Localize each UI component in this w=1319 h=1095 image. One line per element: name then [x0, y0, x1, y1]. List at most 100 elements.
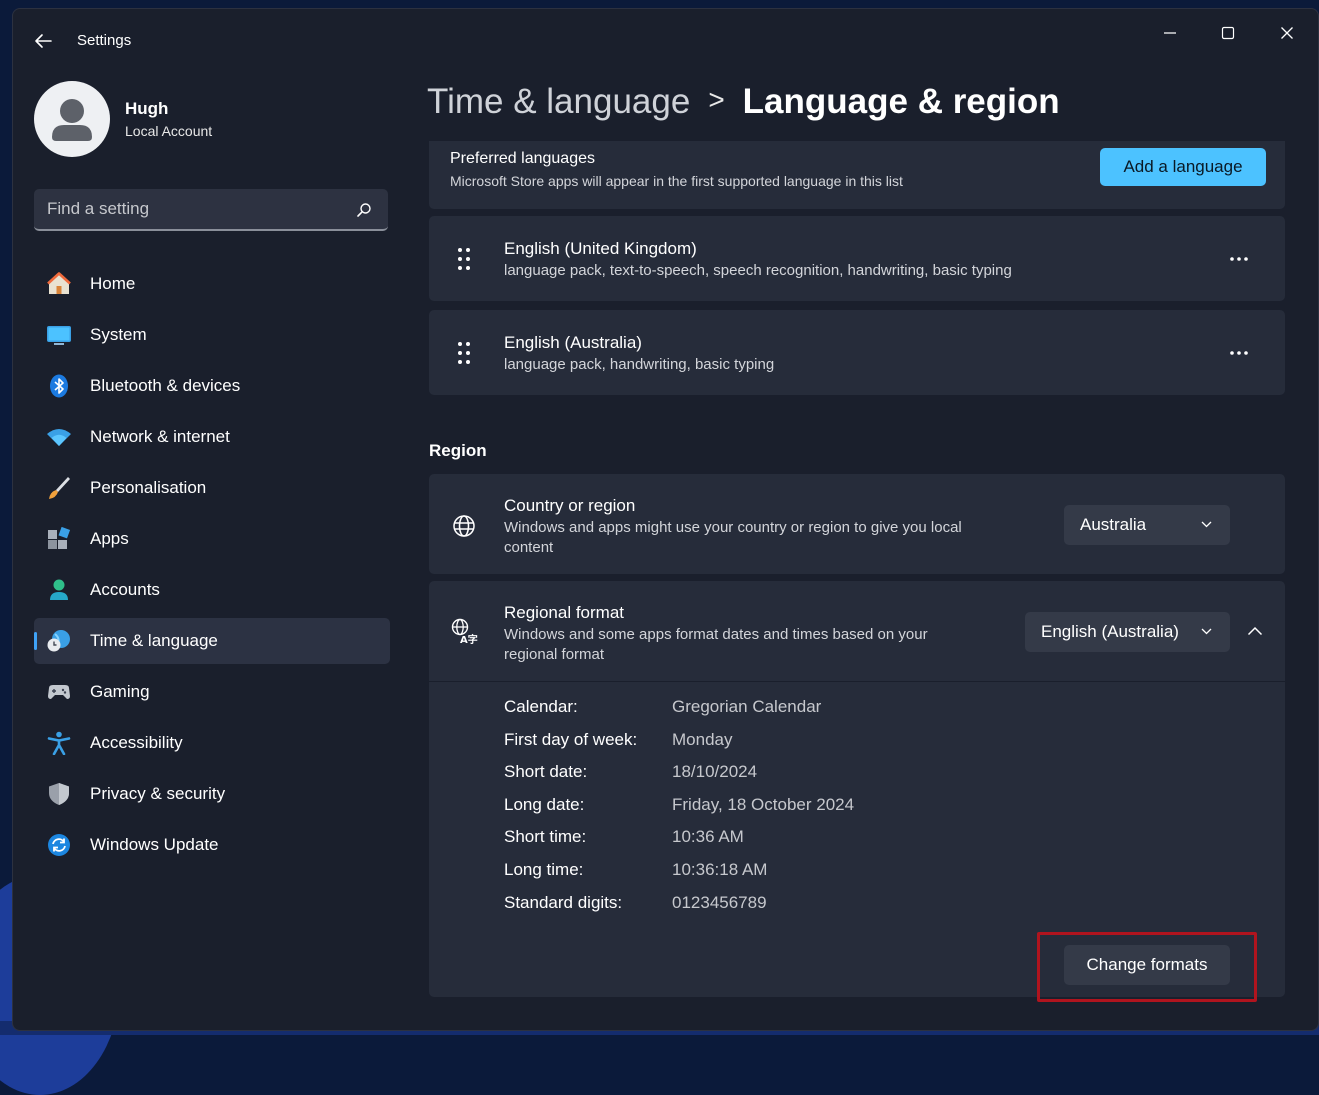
- format-label: Calendar:: [504, 697, 578, 716]
- format-value: 18/10/2024: [672, 762, 758, 781]
- format-label: Short date:: [504, 762, 588, 781]
- page-title: Language & region: [742, 82, 1060, 121]
- country-dropdown-value: Australia: [1080, 515, 1147, 534]
- more-options-icon[interactable]: [1229, 256, 1249, 262]
- time-language-icon: [47, 630, 70, 652]
- regional-format-icon: A字: [451, 618, 478, 644]
- sidebar-item-privacy[interactable]: Privacy & security: [34, 771, 390, 817]
- sidebar-item-accessibility[interactable]: Accessibility: [34, 720, 390, 766]
- home-icon: [47, 272, 71, 294]
- breadcrumb: Time & language > Language & region: [427, 82, 1060, 122]
- account-type: Local Account: [125, 123, 213, 139]
- close-button[interactable]: [1263, 15, 1311, 51]
- breadcrumb-separator: >: [708, 84, 725, 115]
- minimize-button[interactable]: [1146, 15, 1194, 51]
- sidebar-item-label: Time & language: [90, 631, 218, 650]
- format-label: First day of week:: [504, 730, 638, 749]
- add-language-button[interactable]: Add a language: [1100, 148, 1266, 186]
- format-value: Friday, 18 October 2024: [672, 795, 855, 814]
- bluetooth-icon: [50, 374, 68, 398]
- chevron-down-icon: [1201, 521, 1212, 528]
- sidebar-item-network[interactable]: Network & internet: [34, 414, 390, 460]
- active-indicator: [34, 632, 37, 650]
- sidebar-item-apps[interactable]: Apps: [34, 516, 390, 562]
- preferred-languages-subtitle: Microsoft Store apps will appear in the …: [450, 173, 903, 189]
- country-region-card: Country or region Windows and apps might…: [429, 474, 1285, 574]
- language-name: English (United Kingdom): [504, 239, 697, 258]
- highlight-box: [1037, 932, 1257, 1002]
- language-name: English (Australia): [504, 333, 642, 352]
- drag-handle-icon[interactable]: [457, 247, 471, 271]
- shield-icon: [49, 783, 69, 805]
- sidebar-item-gaming[interactable]: Gaming: [34, 669, 390, 715]
- accessibility-icon: [47, 731, 71, 755]
- sidebar-item-label: Gaming: [90, 682, 150, 701]
- sidebar-item-label: Personalisation: [90, 478, 207, 497]
- sidebar-item-system[interactable]: System: [34, 312, 390, 358]
- region-heading: Region: [429, 441, 487, 460]
- format-value: 10:36 AM: [672, 827, 744, 846]
- sidebar-item-label: Bluetooth & devices: [90, 376, 241, 395]
- sidebar-item-label: Accessibility: [90, 733, 183, 752]
- sidebar-item-label: Network & internet: [90, 427, 230, 446]
- sidebar-item-label: Home: [90, 274, 136, 293]
- preferred-languages-card: Preferred languages Microsoft Store apps…: [429, 141, 1285, 209]
- format-label: Long date:: [504, 795, 585, 814]
- country-region-desc: Windows and apps might use your country …: [504, 519, 962, 536]
- regional-format-desc-line2: regional format: [504, 646, 605, 663]
- search-input[interactable]: Find a setting: [47, 199, 149, 219]
- search-box[interactable]: Find a setting: [34, 189, 388, 231]
- regional-format-header[interactable]: A字 Regional format Windows and some apps…: [429, 581, 1285, 682]
- maximize-button[interactable]: [1204, 15, 1252, 51]
- sidebar-item-time-language[interactable]: Time & language: [34, 618, 390, 664]
- language-item[interactable]: English (United Kingdom) language pack, …: [429, 216, 1285, 301]
- sidebar-item-bluetooth[interactable]: Bluetooth & devices: [34, 363, 390, 409]
- sidebar-nav: Home System Bluetooth & devices Network …: [34, 261, 390, 873]
- wifi-icon: [47, 429, 71, 446]
- drag-handle-icon[interactable]: [457, 341, 471, 365]
- sidebar-item-label: Apps: [90, 529, 129, 548]
- language-features: language pack, handwriting, basic typing: [504, 356, 775, 373]
- regional-format-desc: Windows and some apps format dates and t…: [504, 626, 928, 643]
- format-value: Gregorian Calendar: [672, 697, 822, 716]
- user-name: Hugh: [125, 99, 169, 118]
- svg-text:A字: A字: [460, 633, 478, 644]
- app-title: Settings: [77, 32, 132, 49]
- avatar[interactable]: [34, 81, 110, 157]
- country-dropdown[interactable]: Australia: [1064, 505, 1230, 545]
- country-region-title: Country or region: [504, 496, 636, 515]
- maximize-icon: [1221, 26, 1235, 40]
- format-label: Standard digits:: [504, 893, 623, 912]
- title-bar: Settings: [13, 9, 1318, 65]
- brush-icon: [49, 477, 70, 499]
- sidebar-item-label: System: [90, 325, 147, 344]
- language-item[interactable]: English (Australia) language pack, handw…: [429, 310, 1285, 395]
- format-label: Short time:: [504, 827, 587, 846]
- sidebar-item-label: Privacy & security: [90, 784, 226, 803]
- sidebar-item-label: Windows Update: [90, 835, 219, 854]
- sidebar-item-accounts[interactable]: Accounts: [34, 567, 390, 613]
- format-value: Monday: [672, 730, 733, 749]
- back-button[interactable]: [33, 31, 55, 51]
- breadcrumb-parent[interactable]: Time & language: [427, 82, 690, 121]
- format-label: Long time:: [504, 860, 584, 879]
- settings-window: Settings Hugh Local Account Find a setti…: [12, 8, 1319, 1031]
- regional-format-dropdown[interactable]: English (Australia): [1025, 612, 1230, 652]
- preferred-languages-title: Preferred languages: [450, 150, 595, 167]
- format-value: 10:36:18 AM: [672, 860, 768, 879]
- back-arrow-icon: [35, 34, 52, 48]
- chevron-up-icon[interactable]: [1247, 626, 1263, 636]
- system-icon: [47, 326, 71, 345]
- minimize-icon: [1164, 32, 1176, 34]
- sidebar-item-windows-update[interactable]: Windows Update: [34, 822, 390, 868]
- format-value: 0123456789: [672, 893, 767, 912]
- windows-update-icon: [48, 834, 70, 856]
- regional-format-title: Regional format: [504, 603, 625, 622]
- apps-icon: [48, 527, 71, 549]
- regional-format-dropdown-value: English (Australia): [1041, 622, 1179, 641]
- sidebar-item-personalisation[interactable]: Personalisation: [34, 465, 390, 511]
- globe-icon: [453, 515, 475, 537]
- sidebar-item-home[interactable]: Home: [34, 261, 390, 307]
- more-options-icon[interactable]: [1229, 350, 1249, 356]
- sidebar-item-label: Accounts: [90, 580, 160, 599]
